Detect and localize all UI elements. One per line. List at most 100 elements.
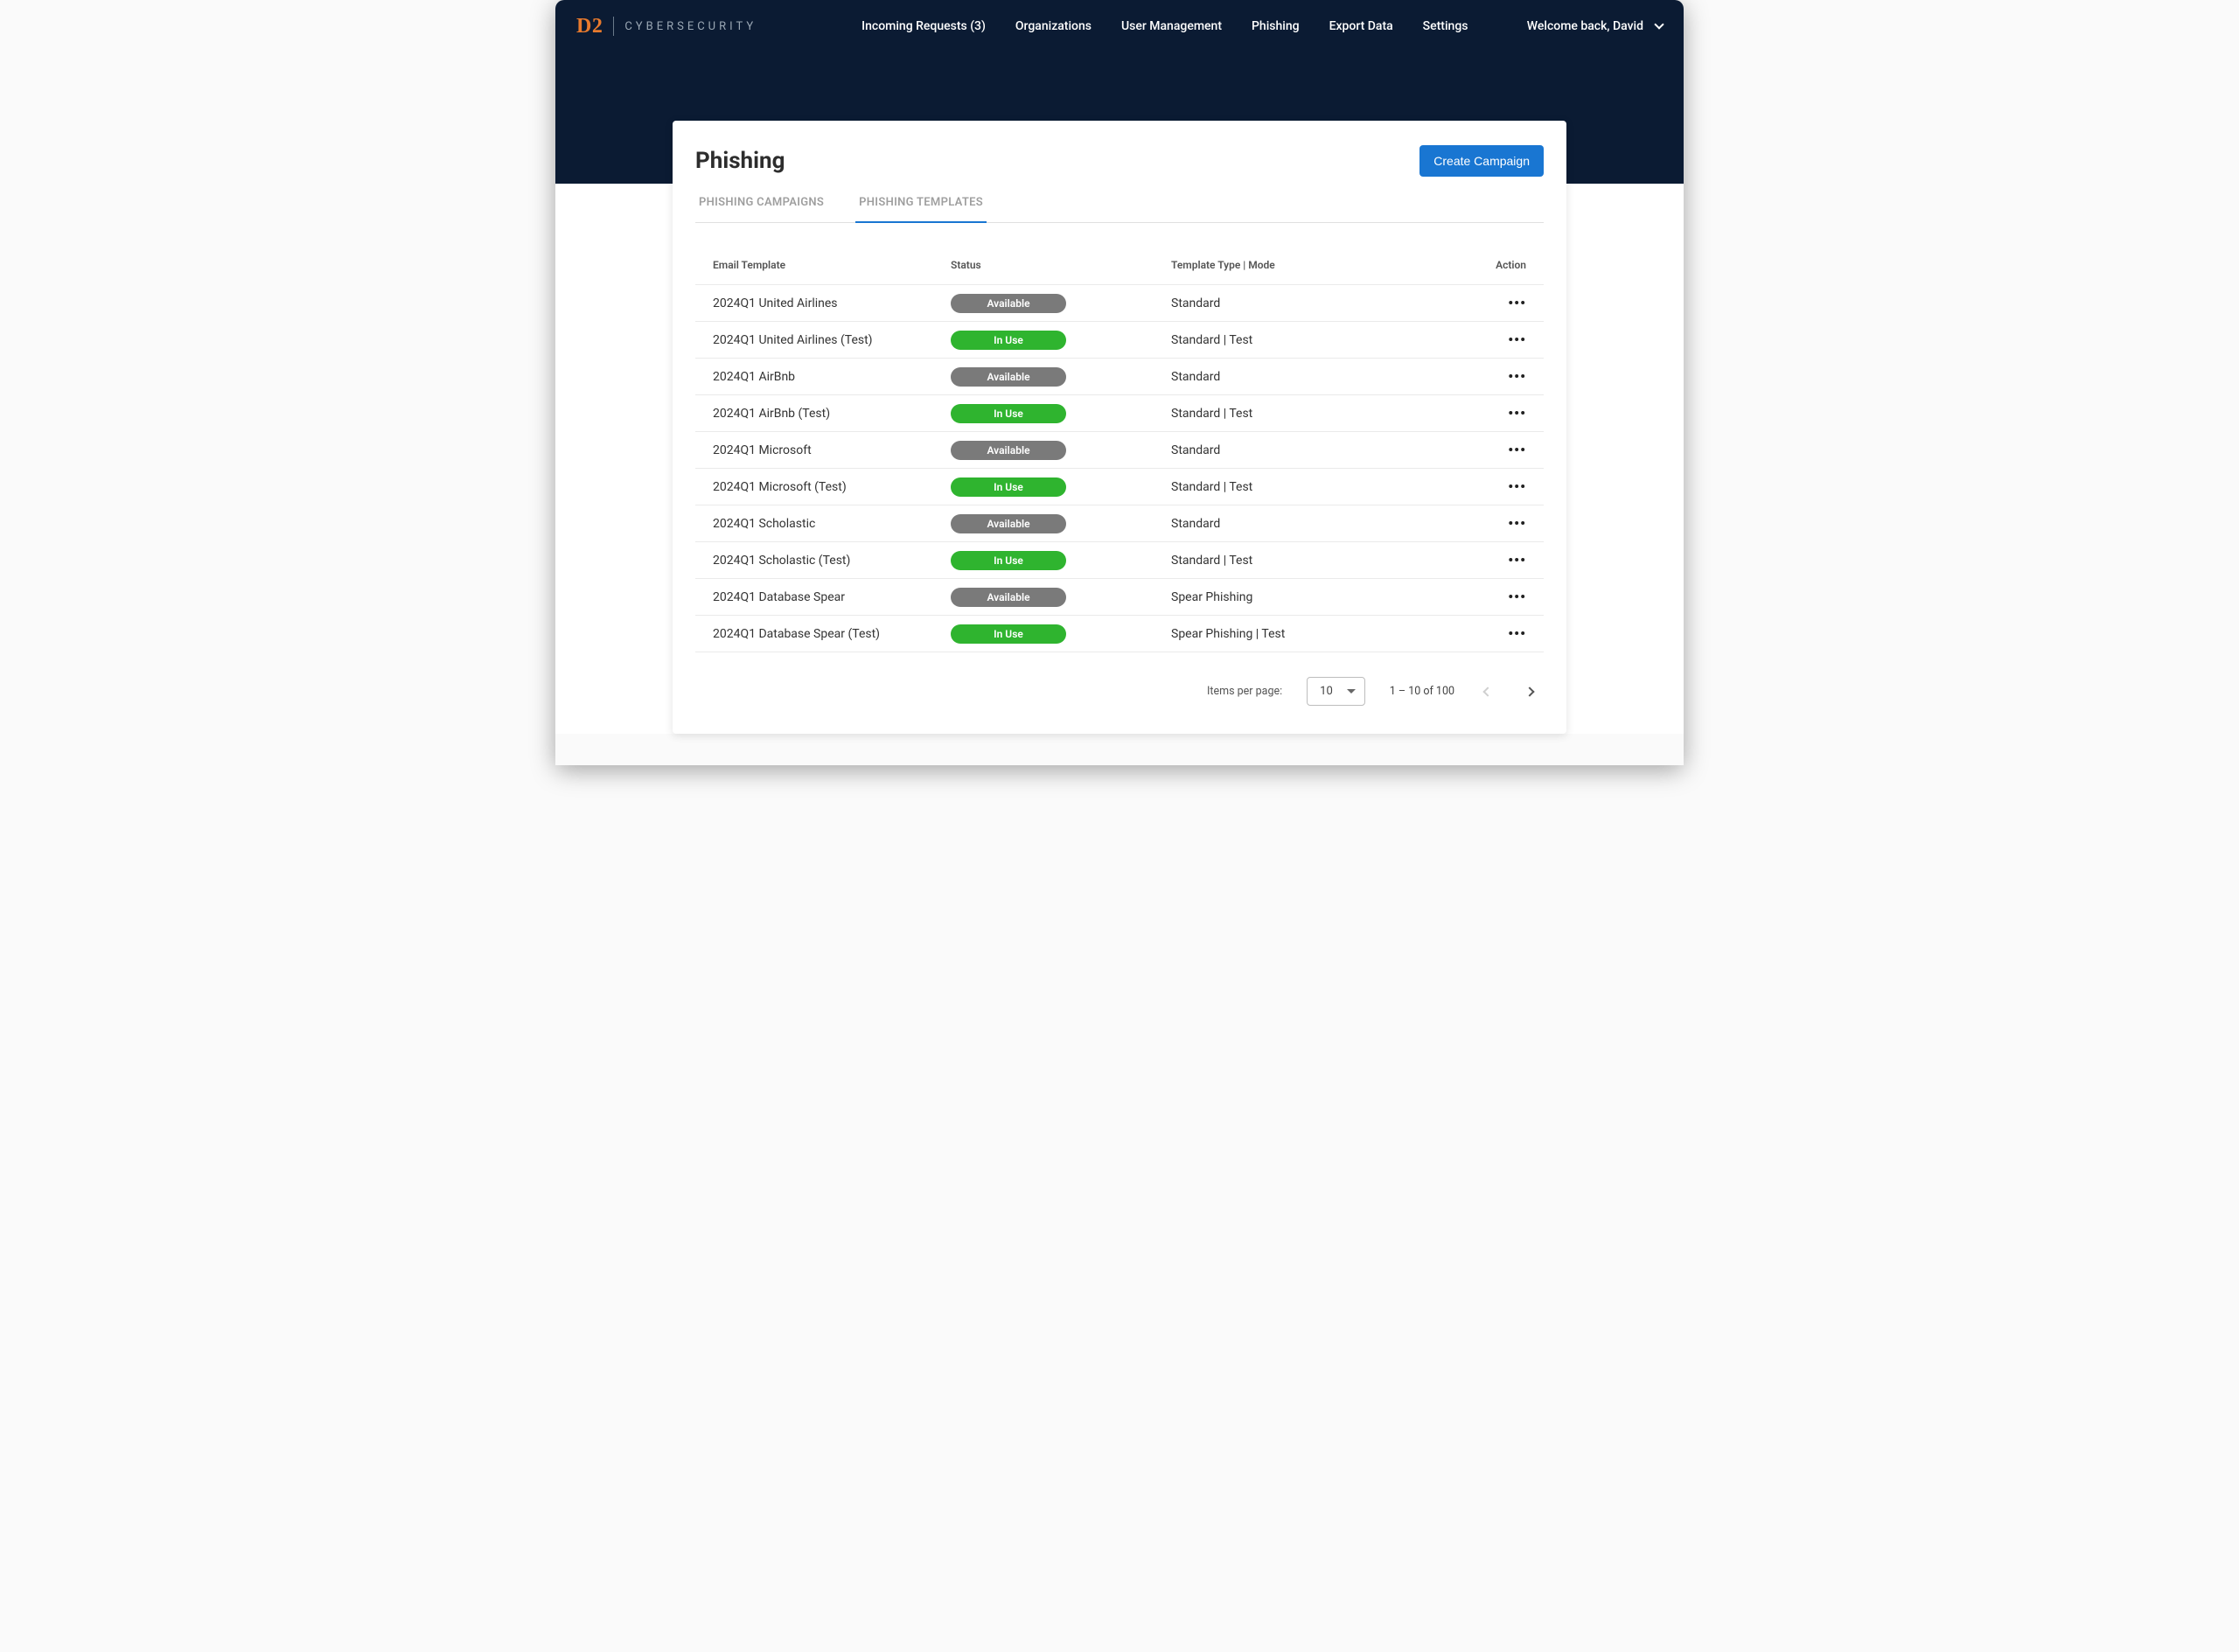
cell-action: ••• [1474, 589, 1526, 605]
navbar: D2 CYBERSECURITY Incoming Requests (3) O… [555, 0, 1684, 52]
row-actions-menu-button[interactable]: ••• [1508, 625, 1526, 642]
welcome-text: Welcome back, David [1527, 19, 1643, 33]
status-badge: Available [951, 441, 1066, 460]
cell-status: Available [951, 588, 1171, 607]
row-actions-menu-button[interactable]: ••• [1508, 331, 1526, 348]
cell-status: In Use [951, 551, 1171, 570]
table-row: 2024Q1 United AirlinesAvailableStandard•… [695, 284, 1544, 321]
next-page-button[interactable] [1521, 683, 1538, 701]
cell-template-type: Spear Phishing [1171, 590, 1474, 604]
bottom-space [555, 734, 1684, 765]
cell-template-type: Standard | Test [1171, 480, 1474, 494]
page-size-value: 10 [1320, 685, 1333, 698]
table-row: 2024Q1 ScholasticAvailable Standard ••• [695, 505, 1544, 541]
chevron-down-icon [1654, 19, 1664, 29]
tab-phishing-templates[interactable]: PHISHING TEMPLATES [855, 196, 987, 223]
nav-incoming-requests[interactable]: Incoming Requests (3) [861, 19, 986, 33]
status-badge: Available [951, 294, 1066, 313]
cell-status: In Use [951, 404, 1171, 423]
cell-template-type: Standard | Test [1171, 407, 1474, 421]
table-row: 2024Q1 Scholastic (Test)In UseStandard |… [695, 541, 1544, 578]
nav-links: Incoming Requests (3) Organizations User… [861, 19, 1468, 33]
prev-page-button[interactable] [1479, 683, 1496, 701]
brand-d2: D2 [576, 15, 603, 38]
cell-template-type: Standard [1171, 370, 1474, 384]
caret-down-icon [1347, 689, 1356, 694]
row-actions-menu-button[interactable]: ••• [1508, 515, 1526, 532]
row-actions-menu-button[interactable]: ••• [1508, 295, 1526, 311]
items-per-page-label: Items per page: [1207, 685, 1282, 698]
brand-cyber: CYBERSECURITY [624, 20, 757, 33]
cell-status: In Use [951, 477, 1171, 497]
cell-email-template: 2024Q1 Database Spear (Test) [713, 627, 951, 641]
table-row: 2024Q1 Microsoft (Test)In Use Standard | … [695, 468, 1544, 505]
cell-email-template: 2024Q1 Microsoft (Test) [713, 480, 951, 494]
row-actions-menu-button[interactable]: ••• [1508, 405, 1526, 422]
tabs: PHISHING CAMPAIGNS PHISHING TEMPLATES [695, 196, 1544, 223]
cell-action: ••• [1474, 625, 1526, 642]
header-email-template: Email Template [713, 259, 951, 271]
cell-status: In Use [951, 624, 1171, 644]
nav-export-data[interactable]: Export Data [1329, 19, 1393, 33]
cell-status: Available [951, 514, 1171, 533]
nav-settings[interactable]: Settings [1423, 19, 1468, 33]
table-row: 2024Q1 AirBnbAvailable Standard ••• [695, 358, 1544, 394]
cell-status: Available [951, 367, 1171, 387]
row-actions-menu-button[interactable]: ••• [1508, 368, 1526, 385]
cell-action: ••• [1474, 331, 1526, 348]
row-actions-menu-button[interactable]: ••• [1508, 442, 1526, 458]
cell-email-template: 2024Q1 United Airlines (Test) [713, 333, 951, 347]
brand[interactable]: D2 CYBERSECURITY [576, 15, 757, 38]
cell-email-template: 2024Q1 Microsoft [713, 443, 951, 457]
cell-action: ••• [1474, 515, 1526, 532]
status-badge: In Use [951, 404, 1066, 423]
templates-table: Email Template Status Template Type | Mo… [695, 246, 1544, 652]
table-row: 2024Q1 MicrosoftAvailable Standard ••• [695, 431, 1544, 468]
table-row: 2024Q1 Database SpearAvailable Spear Phis… [695, 578, 1544, 615]
create-campaign-button[interactable]: Create Campaign [1419, 145, 1544, 177]
row-actions-menu-button[interactable]: ••• [1508, 552, 1526, 568]
cell-status: In Use [951, 331, 1171, 350]
content-card: Phishing Create Campaign PHISHING CAMPAI… [673, 121, 1566, 734]
cell-action: ••• [1474, 552, 1526, 568]
status-badge: Available [951, 588, 1066, 607]
nav-phishing[interactable]: Phishing [1252, 19, 1300, 33]
table-row: 2024Q1 AirBnb (Test)In Use Standard | Tes… [695, 394, 1544, 431]
header-template-type: Template Type | Mode [1171, 259, 1474, 271]
cell-email-template: 2024Q1 AirBnb (Test) [713, 407, 951, 421]
card-header: Phishing Create Campaign [695, 145, 1544, 177]
cell-template-type: Standard [1171, 443, 1474, 457]
tab-phishing-campaigns[interactable]: PHISHING CAMPAIGNS [695, 196, 827, 223]
status-badge: In Use [951, 331, 1066, 350]
status-badge: Available [951, 514, 1066, 533]
brand-separator [613, 17, 614, 36]
cell-email-template: 2024Q1 Database Spear [713, 590, 951, 604]
cell-action: ••• [1474, 295, 1526, 311]
status-badge: Available [951, 367, 1066, 387]
status-badge: In Use [951, 551, 1066, 570]
cell-template-type: Standard | Test [1171, 333, 1474, 347]
cell-status: Available [951, 294, 1171, 313]
page-size-select[interactable]: 10 [1307, 677, 1365, 706]
paginator: Items per page: 10 1 – 10 of 100 [695, 652, 1544, 725]
table-row: 2024Q1 Database Spear (Test)In UseSpear … [695, 615, 1544, 652]
status-badge: In Use [951, 624, 1066, 644]
nav-user-management[interactable]: User Management [1121, 19, 1222, 33]
row-actions-menu-button[interactable]: ••• [1508, 589, 1526, 605]
cell-action: ••• [1474, 478, 1526, 495]
cell-action: ••• [1474, 368, 1526, 385]
user-menu[interactable]: Welcome back, David [1527, 19, 1663, 33]
chevron-right-icon [1524, 687, 1534, 696]
table-row: 2024Q1 United Airlines (Test)In Use Stand… [695, 321, 1544, 358]
nav-organizations[interactable]: Organizations [1015, 19, 1092, 33]
cell-email-template: 2024Q1 United Airlines [713, 296, 951, 310]
cell-action: ••• [1474, 405, 1526, 422]
page-range: 1 – 10 of 100 [1390, 685, 1454, 698]
cell-template-type: Standard [1171, 517, 1474, 531]
header-action: Action [1474, 259, 1526, 271]
cell-template-type: Standard | Test [1171, 554, 1474, 568]
cell-email-template: 2024Q1 Scholastic [713, 517, 951, 531]
row-actions-menu-button[interactable]: ••• [1508, 478, 1526, 495]
status-badge: In Use [951, 477, 1066, 497]
cell-email-template: 2024Q1 AirBnb [713, 370, 951, 384]
